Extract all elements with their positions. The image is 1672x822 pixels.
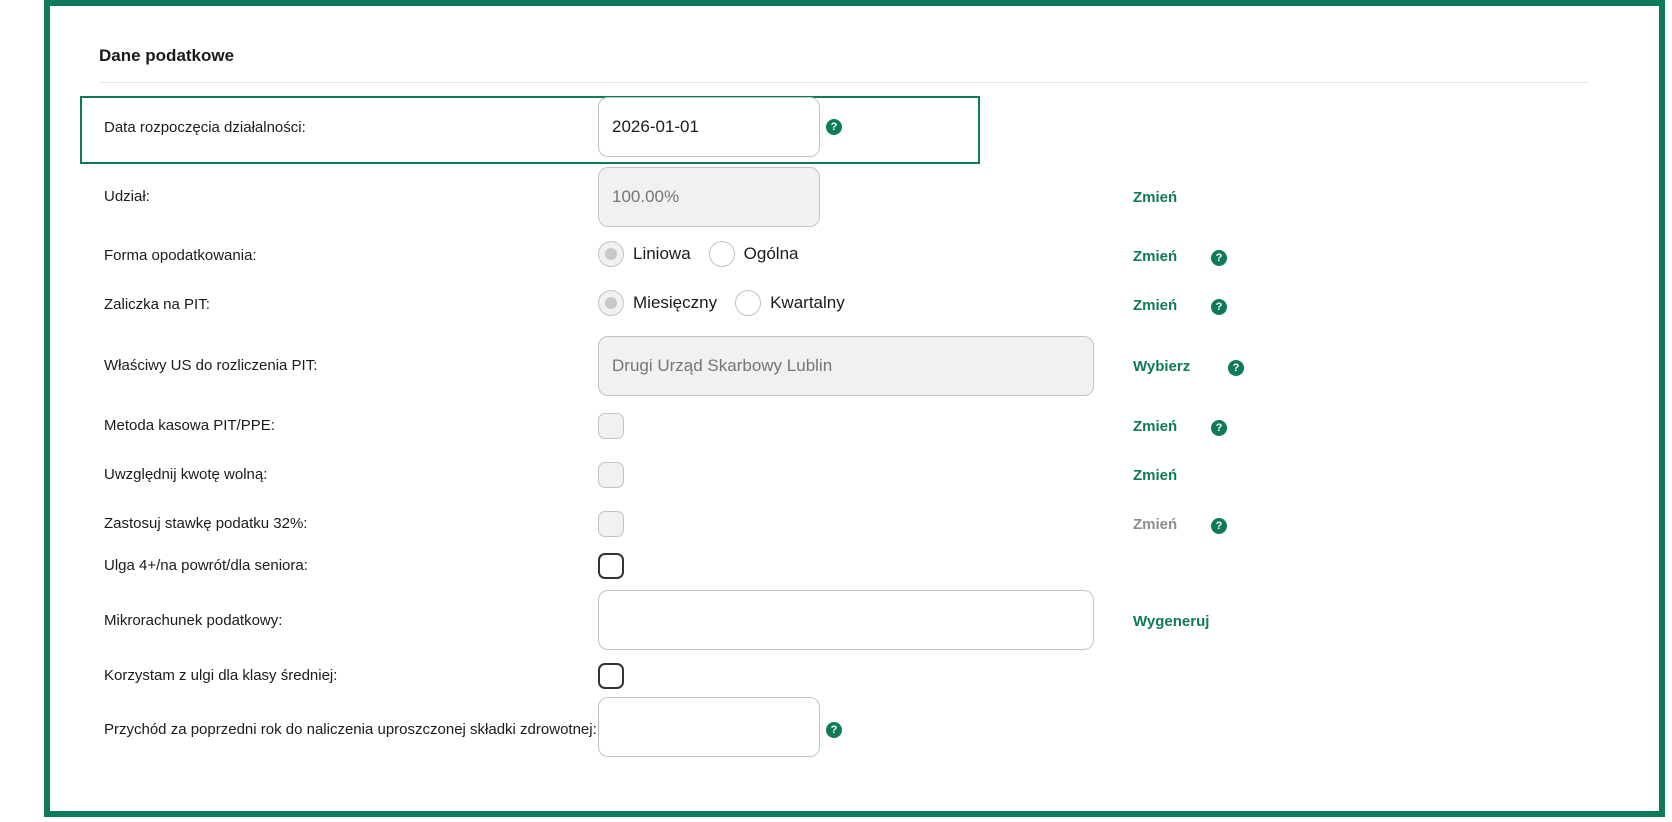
share-label: Udział: <box>104 188 150 205</box>
microaccount-generate-link[interactable]: Wygeneruj <box>1133 613 1209 630</box>
tax-office-input: Drugi Urząd Skarbowy Lublin <box>598 336 1094 396</box>
microaccount-label: Mikrorachunek podatkowy: <box>104 612 283 629</box>
pit-advance-option-label: Kwartalny <box>770 293 845 312</box>
tax-form-change-link[interactable]: Zmień <box>1133 248 1177 265</box>
pit-advance-radio-monthly[interactable] <box>598 290 624 316</box>
pit-advance-option-label: Miesięczny <box>633 293 718 312</box>
help-icon[interactable]: ? <box>1211 518 1227 534</box>
pit-advance-label: Zaliczka na PIT: <box>104 296 210 313</box>
tax-free-label: Uwzględnij kwotę wolną: <box>104 466 268 483</box>
tax-office-select-link[interactable]: Wybierz <box>1133 358 1190 375</box>
start-date-label: Data rozpoczęcia działalności: <box>104 119 306 136</box>
middle-class-label: Korzystam z ulgi dla klasy średniej: <box>104 667 338 684</box>
tax-form-option-label: Ogólna <box>743 244 799 263</box>
relief-label: Ulga 4+/na powrót/dla seniora: <box>104 557 308 574</box>
prev-income-label: Przychód za poprzedni rok do naliczenia … <box>104 721 597 738</box>
tax-form-label: Forma opodatkowania: <box>104 247 257 264</box>
pit-advance-radio-quarterly[interactable] <box>735 290 762 316</box>
microaccount-input[interactable] <box>598 590 1094 650</box>
cash-method-checkbox <box>598 413 624 439</box>
divider <box>99 82 1589 83</box>
pit-advance-radio-group: Miesięczny Kwartalny <box>598 290 863 316</box>
prev-income-input[interactable] <box>598 697 820 757</box>
help-icon[interactable]: ? <box>826 119 842 135</box>
tax-form-radio-general[interactable] <box>708 241 735 267</box>
share-change-link[interactable]: Zmień <box>1133 189 1177 206</box>
tax-form-radio-group: Liniowa Ogólna <box>598 241 816 267</box>
help-icon[interactable]: ? <box>1211 299 1227 315</box>
tax-form-option-label: Liniowa <box>633 244 691 263</box>
tax-form-radio-linear[interactable] <box>598 241 624 267</box>
middle-class-checkbox[interactable] <box>598 663 624 689</box>
cash-method-label: Metoda kasowa PIT/PPE: <box>104 417 275 434</box>
share-input: 100.00% <box>598 167 820 227</box>
pit-advance-change-link[interactable]: Zmień <box>1133 297 1177 314</box>
help-icon[interactable]: ? <box>1211 250 1227 266</box>
rate32-change-link: Zmień <box>1133 516 1178 533</box>
help-icon[interactable]: ? <box>1211 420 1227 436</box>
help-icon[interactable]: ? <box>1228 360 1244 376</box>
section-title: Dane podatkowe <box>99 46 235 65</box>
cash-method-change-link[interactable]: Zmień <box>1133 418 1177 435</box>
tax-free-change-link[interactable]: Zmień <box>1133 467 1177 484</box>
tax-office-label: Właściwy US do rozliczenia PIT: <box>104 357 318 374</box>
rate32-label: Zastosuj stawkę podatku 32%: <box>104 515 308 532</box>
start-date-input[interactable]: 2026-01-01 <box>598 97 820 157</box>
tax-free-checkbox <box>598 462 624 488</box>
rate32-checkbox <box>598 511 624 537</box>
help-icon[interactable]: ? <box>826 722 842 738</box>
relief-checkbox[interactable] <box>598 553 624 579</box>
